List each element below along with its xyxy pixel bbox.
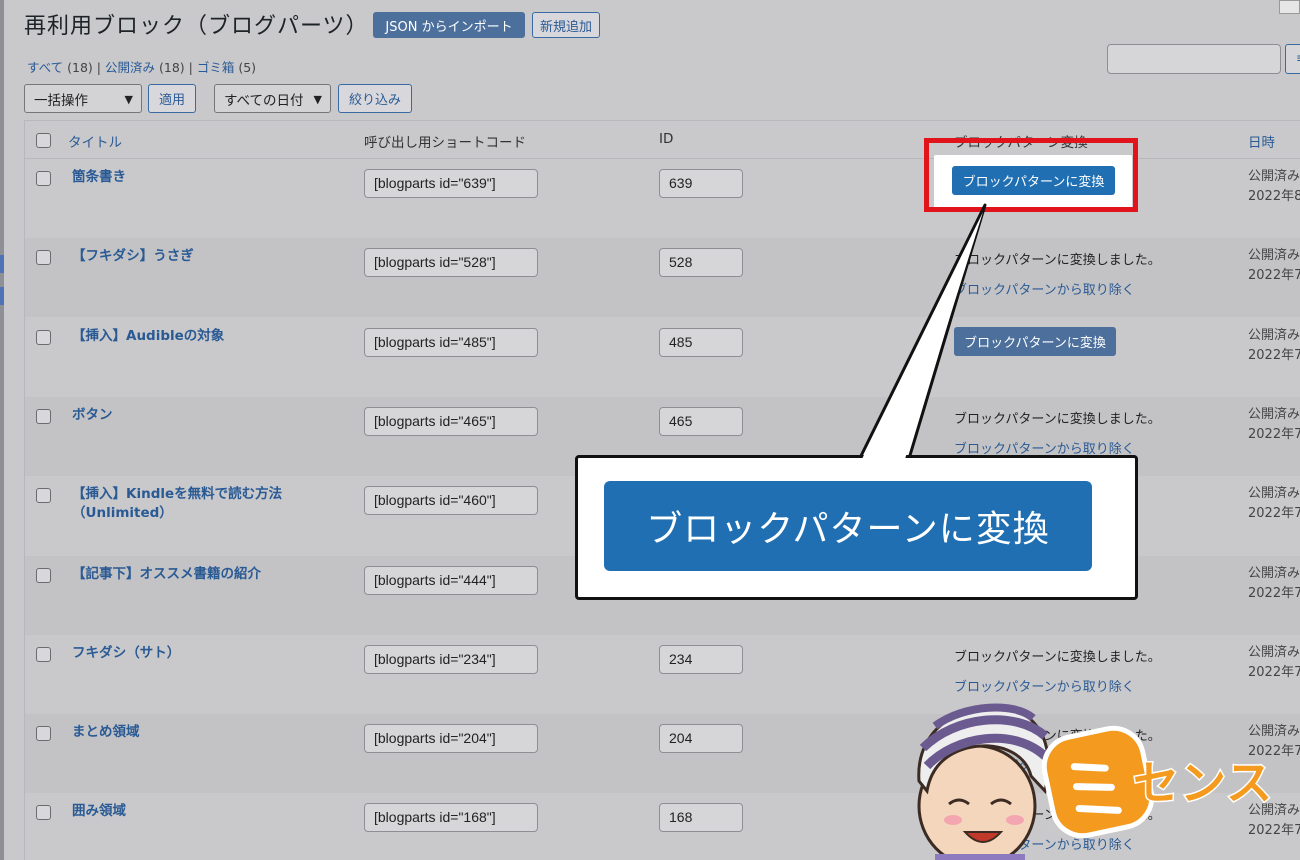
admin-page: 再利用ブロック（ブログパーツ） JSON からインポート 新規追加 すべて (1… [0, 0, 1300, 860]
callout-convert-label: ブロックパターンに変換 [604, 481, 1092, 571]
brand-name: センス [1131, 755, 1274, 812]
